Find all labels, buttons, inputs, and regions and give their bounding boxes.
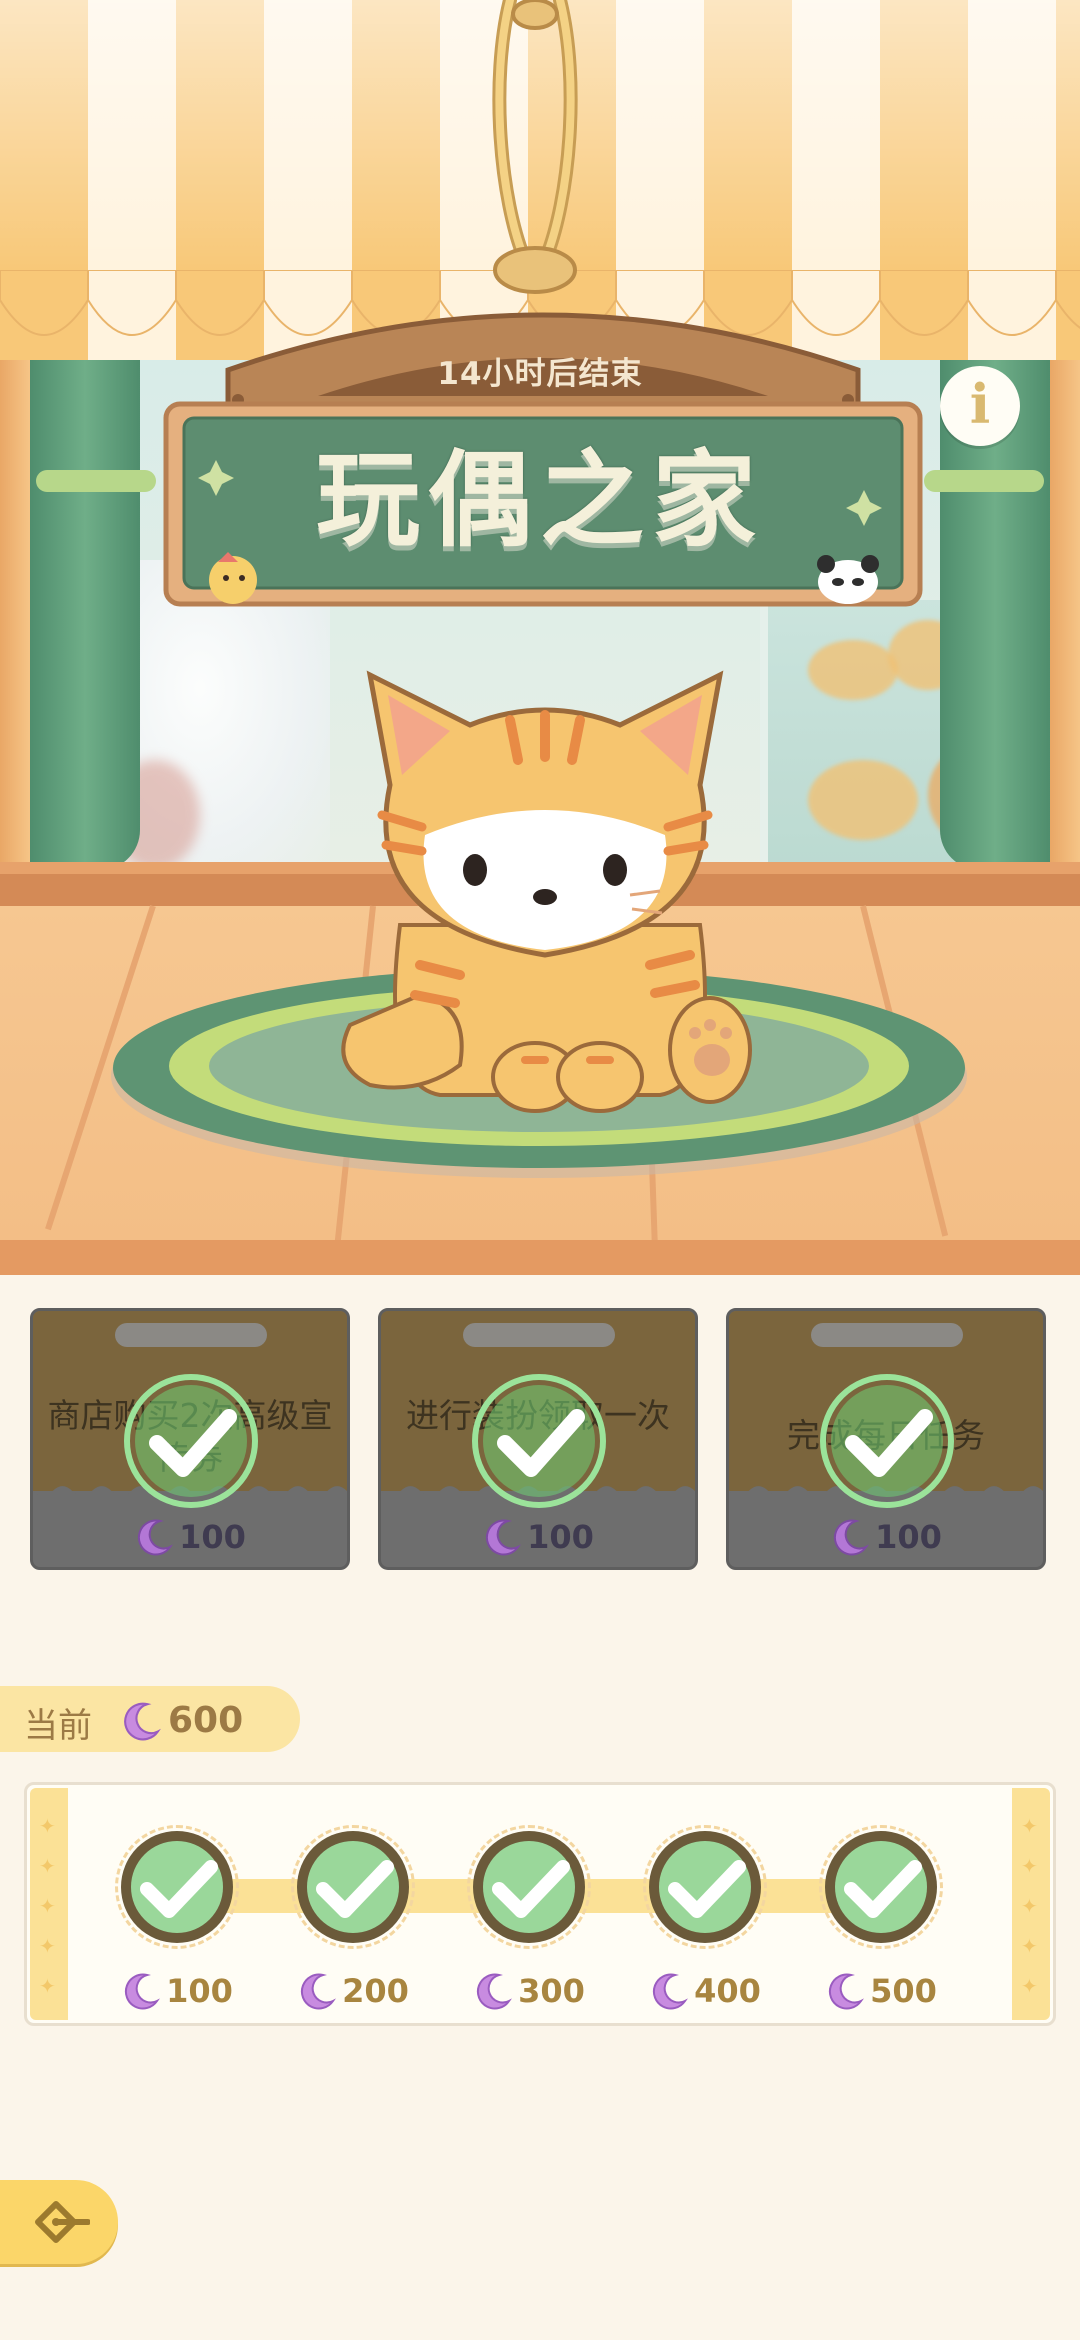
check-icon: [297, 1831, 409, 1943]
current-balance: 当前 600: [0, 1686, 300, 1752]
milestone-reward[interactable]: [285, 1819, 421, 1955]
milestone-label: 400: [637, 1971, 773, 2011]
milestone-label: 300: [461, 1971, 597, 2011]
task-reward: 100: [33, 1517, 347, 1557]
moon-icon: [485, 1519, 522, 1556]
cat-plush: [341, 670, 752, 1113]
milestone-label: 100: [109, 1971, 245, 2011]
sign-rope: [492, 0, 578, 294]
task-card[interactable]: 进行装扮领取一次 100: [378, 1308, 698, 1570]
task-card[interactable]: 商店购买2次高级宣传券 100: [30, 1308, 350, 1570]
check-icon: [825, 1831, 937, 1943]
task-card[interactable]: 完成每日任务 100: [726, 1308, 1046, 1570]
milestone-reward[interactable]: [461, 1819, 597, 1955]
milestone-label: 500: [813, 1971, 949, 2011]
shop-scene: 14小时后结束 玩偶之家 i: [0, 0, 1080, 1275]
current-value: 600: [168, 1700, 244, 1741]
moon-icon: [828, 1973, 865, 2010]
event-title: 玩偶之家: [315, 439, 764, 561]
moon-icon: [137, 1519, 174, 1556]
check-icon: [472, 1374, 606, 1508]
moon-icon: [124, 1973, 161, 2010]
task-reward: 100: [381, 1517, 695, 1557]
curtain-left: [30, 330, 140, 870]
event-timer: 14小时后结束: [437, 356, 643, 392]
post-left: [0, 320, 30, 880]
check-icon: [649, 1831, 761, 1943]
moon-icon: [476, 1973, 513, 2010]
curtain-tie-right: [924, 470, 1044, 492]
page-root: 14小时后结束 玩偶之家 i 100 100 100 当前 600 ✦ ✦ ✦ …: [0, 0, 1080, 2340]
curtain-tie-left: [36, 470, 156, 492]
milestone-reward[interactable]: [109, 1819, 245, 1955]
check-icon: [121, 1831, 233, 1943]
milestone-reward[interactable]: [813, 1819, 949, 1955]
check-icon: [473, 1831, 585, 1943]
back-button[interactable]: [0, 2180, 118, 2264]
check-icon: [820, 1374, 954, 1508]
check-icon: [124, 1374, 258, 1508]
milestone-label: 200: [285, 1971, 421, 2011]
moon-icon: [652, 1973, 689, 2010]
moon-icon: [124, 1702, 161, 1741]
moon-icon: [833, 1519, 870, 1556]
info-button[interactable]: i: [940, 366, 1020, 446]
task-reward: 100: [729, 1517, 1043, 1557]
milestone-reward[interactable]: [637, 1819, 773, 1955]
moon-icon: [300, 1973, 337, 2010]
post-right: [1050, 320, 1080, 880]
info-icon: i: [969, 372, 991, 436]
milestone-panel: ✦ ✦ ✦ ✦ ✦ ✦ ✦ ✦ ✦ ✦ 100 200 300 400 500: [24, 1782, 1056, 2026]
back-arrow-icon: [35, 2201, 90, 2243]
current-label: 当前: [24, 1706, 92, 1746]
